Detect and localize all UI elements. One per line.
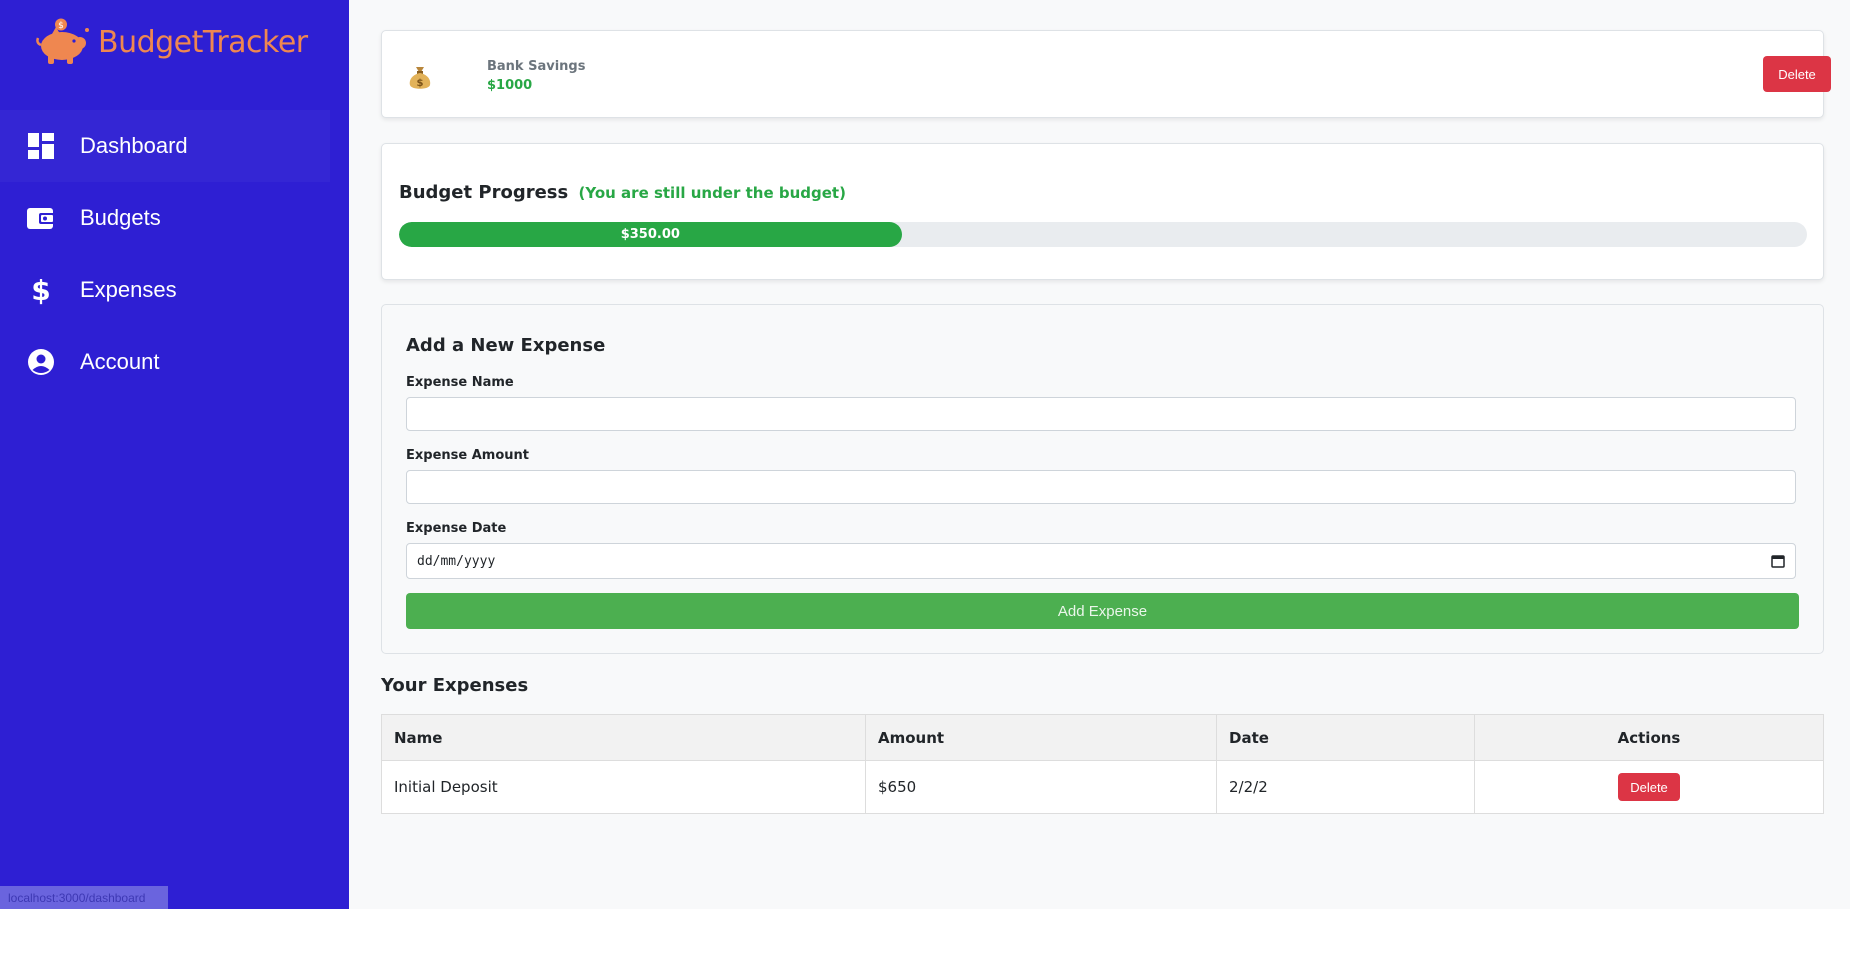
sidebar-item-label: Expenses xyxy=(80,277,177,302)
account-circle-icon xyxy=(27,348,55,376)
expenses-heading: Your Expenses xyxy=(381,675,529,696)
expense-amount-input[interactable] xyxy=(406,470,1796,504)
sidebar-nav: Dashboard Budgets $ Expenses Account xyxy=(0,110,330,398)
dollar-icon: $ xyxy=(27,275,55,305)
column-header-amount: Amount xyxy=(865,714,1217,761)
expense-date-label: Expense Date xyxy=(406,521,507,536)
table-row: Initial Deposit $650 2/2/2 Delete xyxy=(381,760,1824,814)
progress-title: Budget Progress (You are still under the… xyxy=(399,182,846,203)
brand[interactable]: $ BudgetTracker xyxy=(34,18,308,66)
svg-text:$: $ xyxy=(58,21,64,31)
sidebar-item-expenses[interactable]: $ Expenses xyxy=(0,254,330,326)
column-header-actions: Actions xyxy=(1474,714,1824,761)
wallet-icon xyxy=(27,204,55,232)
dashboard-icon xyxy=(27,132,55,160)
progress-track: $350.00 xyxy=(399,222,1807,247)
savings-amount: $1000 xyxy=(487,78,533,93)
sidebar-item-label: Budgets xyxy=(80,205,161,230)
progress-note: (You are still under the budget) xyxy=(578,184,846,202)
expenses-table: Name Amount Date Actions Initial Deposit… xyxy=(381,714,1824,814)
progress-fill: $350.00 xyxy=(399,222,902,247)
main-content: $ Bank Savings $1000 Delete Budget Progr… xyxy=(349,0,1850,909)
expense-date-cell: 2/2/2 xyxy=(1216,760,1475,814)
svg-text:$: $ xyxy=(417,78,424,89)
expense-name-cell: Initial Deposit xyxy=(381,760,866,814)
expense-actions-cell: Delete xyxy=(1474,760,1824,814)
table-header-row: Name Amount Date Actions xyxy=(381,714,1824,761)
progress-title-text: Budget Progress xyxy=(399,182,569,203)
money-bag-icon: $ xyxy=(409,65,431,97)
sidebar-item-account[interactable]: Account xyxy=(0,326,330,398)
expense-amount-label: Expense Amount xyxy=(406,448,529,463)
status-url: localhost:3000/dashboard xyxy=(0,886,168,909)
sidebar-item-dashboard[interactable]: Dashboard xyxy=(0,110,330,182)
brand-name: BudgetTracker xyxy=(98,24,308,60)
savings-card: $ Bank Savings $1000 Delete xyxy=(381,30,1831,118)
expense-name-label: Expense Name xyxy=(406,375,514,390)
expense-amount-cell: $650 xyxy=(865,760,1217,814)
sidebar-item-label: Account xyxy=(80,349,160,374)
piggy-bank-icon: $ xyxy=(36,18,89,64)
column-header-date: Date xyxy=(1216,714,1475,761)
expense-date-input[interactable]: dd/mm/yyyy xyxy=(406,543,1796,579)
budget-progress-card: Budget Progress (You are still under the… xyxy=(381,143,1824,280)
delete-expense-button[interactable]: Delete xyxy=(1618,773,1680,801)
progress-bar-label: $350.00 xyxy=(620,227,680,242)
add-expense-button[interactable]: Add Expense xyxy=(406,593,1799,629)
date-placeholder: dd/mm/yyyy xyxy=(417,554,496,569)
calendar-icon[interactable] xyxy=(1771,554,1785,568)
expense-name-input[interactable] xyxy=(406,397,1796,431)
add-expense-form: Add a New Expense Expense Name Expense A… xyxy=(381,304,1824,654)
form-title: Add a New Expense xyxy=(406,335,606,356)
sidebar-item-budgets[interactable]: Budgets xyxy=(0,182,330,254)
svg-text:$: $ xyxy=(31,275,50,305)
app-viewport: $ BudgetTracker Dashboard Budgets $ Expe… xyxy=(0,0,1850,909)
delete-savings-button[interactable]: Delete xyxy=(1763,56,1831,92)
sidebar-item-label: Dashboard xyxy=(80,133,188,158)
savings-name: Bank Savings xyxy=(487,59,586,74)
sidebar: $ BudgetTracker Dashboard Budgets $ Expe… xyxy=(0,0,349,909)
column-header-name: Name xyxy=(381,714,866,761)
